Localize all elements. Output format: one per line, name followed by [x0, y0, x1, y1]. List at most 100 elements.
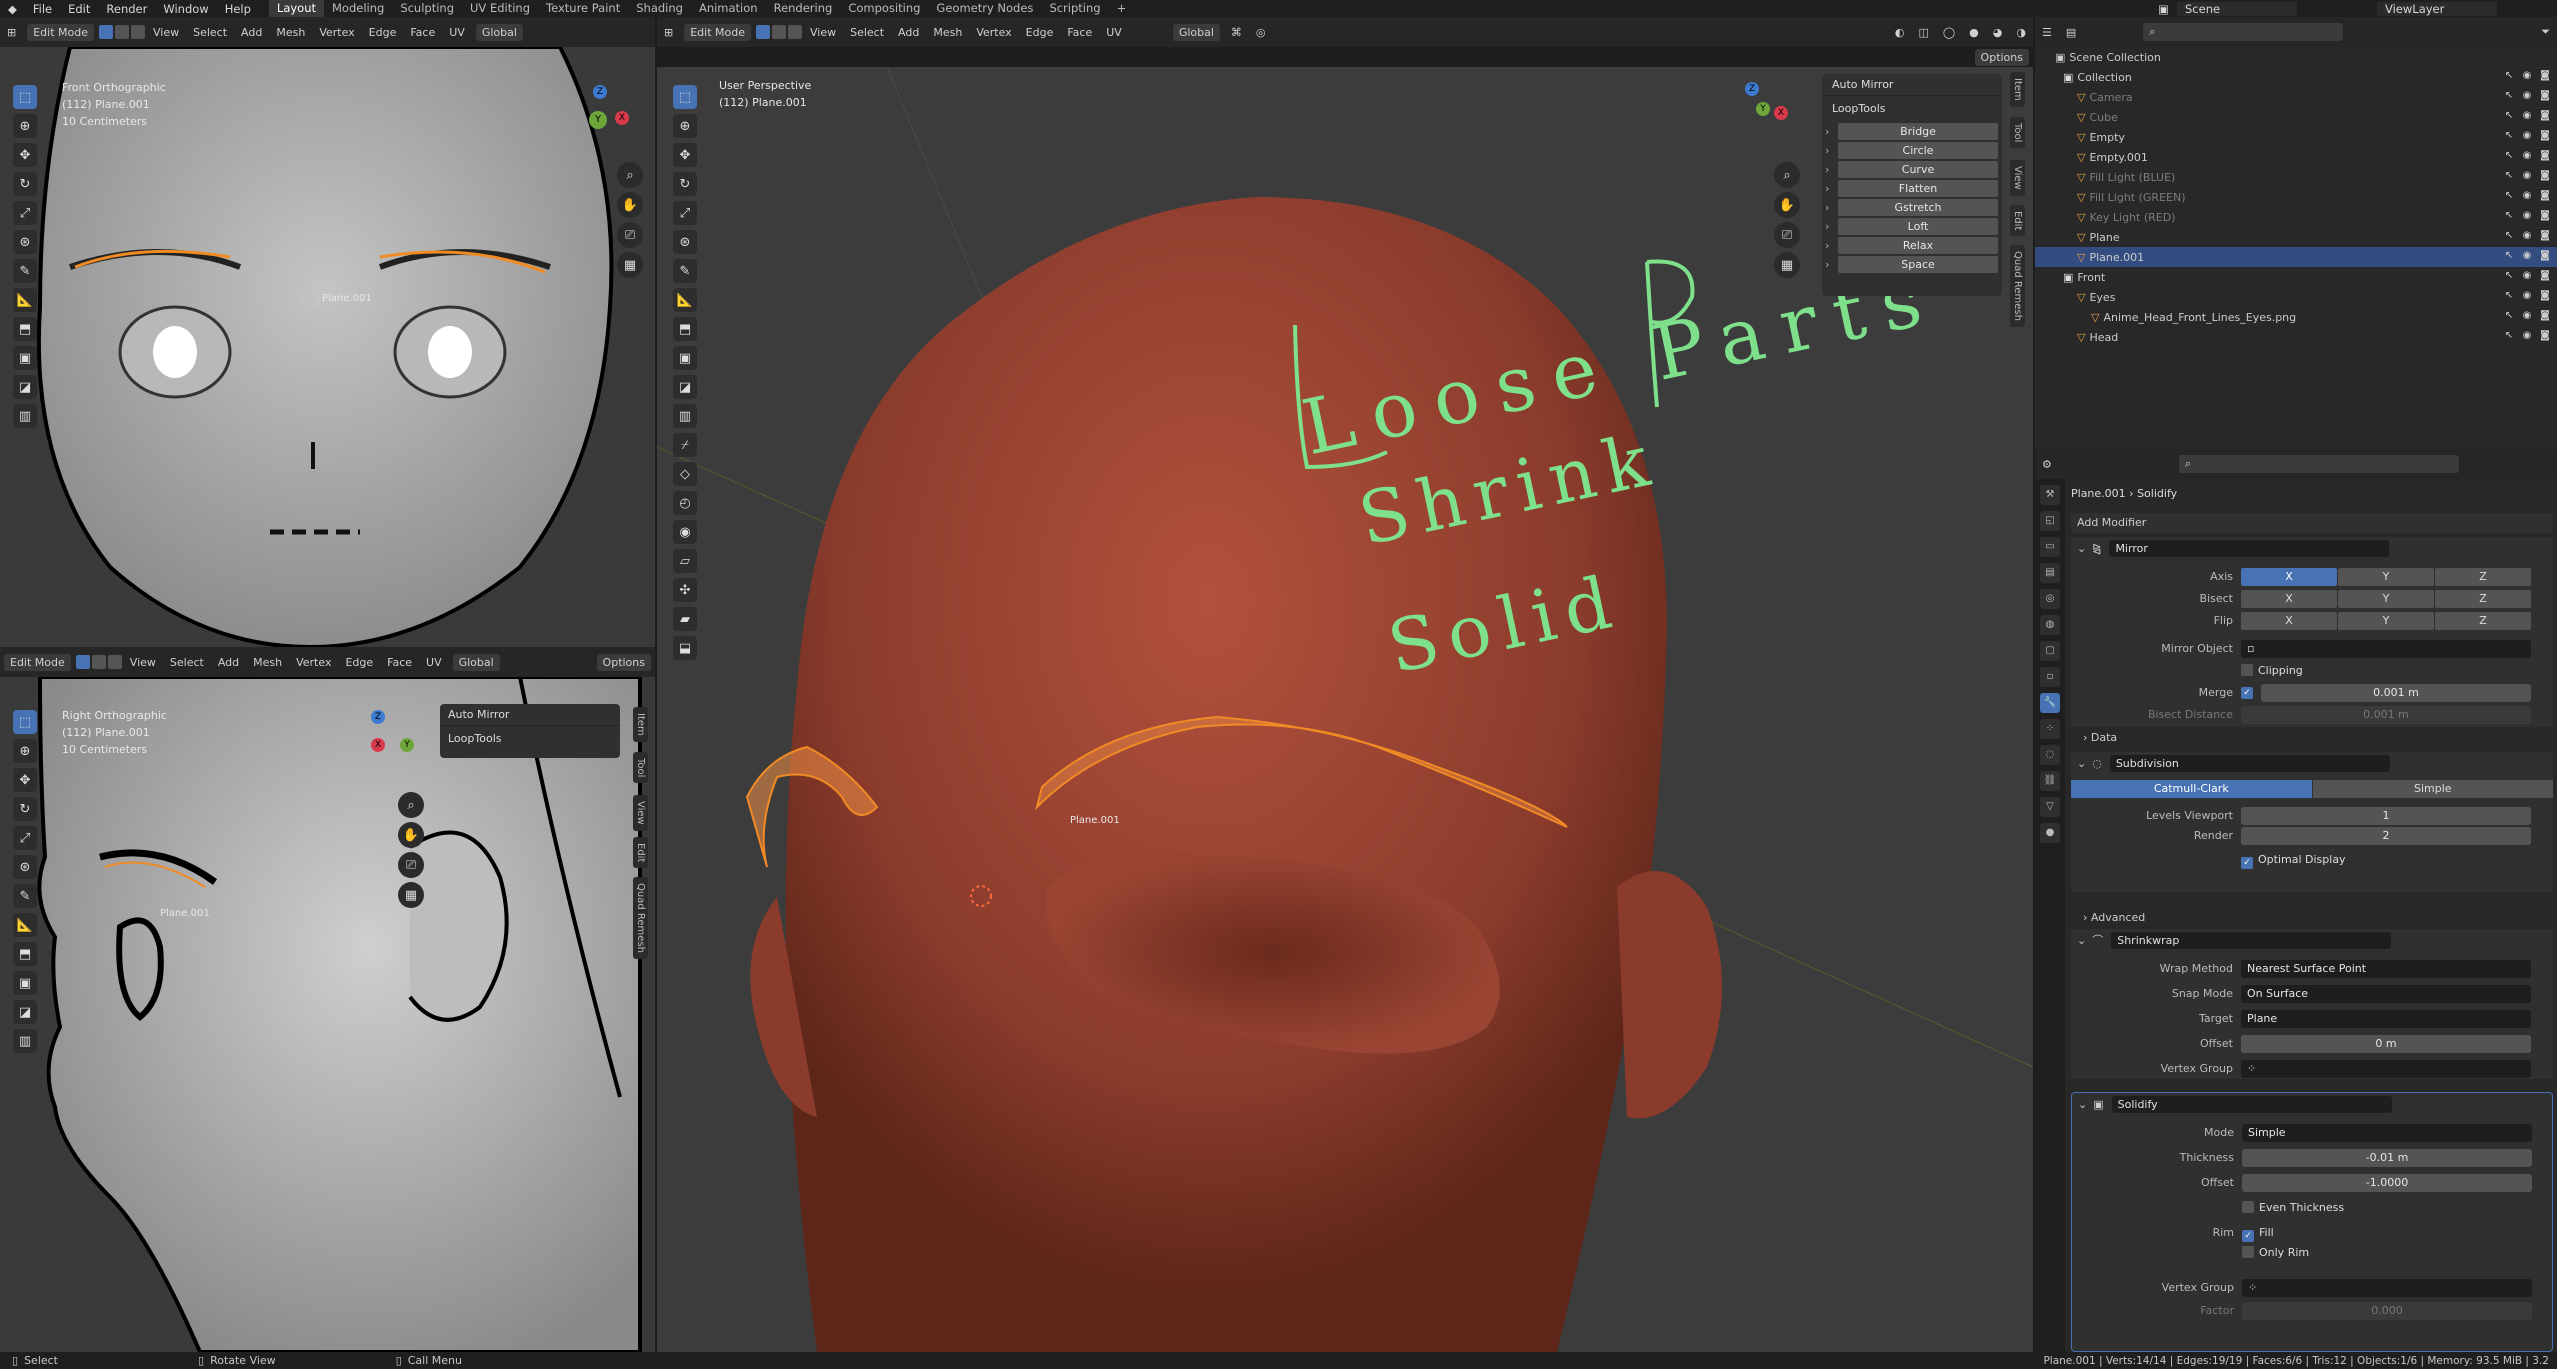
measure-icon[interactable]: 📐 — [673, 288, 697, 312]
workspace-tab-uv-editing[interactable]: UV Editing — [462, 0, 538, 17]
scale-icon[interactable]: ⤢ — [673, 201, 697, 225]
transform-icon[interactable]: ⊛ — [673, 230, 697, 254]
menu-edge[interactable]: Edge — [338, 656, 380, 669]
gizmo-y-axis[interactable]: Y — [400, 738, 414, 752]
workspace-tab-scripting[interactable]: Scripting — [1041, 0, 1108, 17]
ortho-grid-icon[interactable]: ▦ — [617, 252, 643, 278]
gizmo-y-axis[interactable]: Y — [589, 111, 607, 129]
extrude-icon[interactable]: ⬒ — [673, 317, 697, 341]
menu-add[interactable]: Add — [234, 26, 269, 39]
rotate-icon[interactable]: ↻ — [13, 172, 37, 196]
blender-logo-icon[interactable]: ◆ — [0, 2, 25, 16]
mirror-object-field[interactable]: ▫ — [2241, 640, 2531, 658]
tab-quad-remesh[interactable]: Quad Remesh — [2010, 245, 2025, 327]
workspace-tab-shading[interactable]: Shading — [628, 0, 691, 17]
camera-icon[interactable]: ◙ — [2539, 250, 2551, 262]
menu-mesh[interactable]: Mesh — [246, 656, 289, 669]
constraints-tab-icon[interactable]: ⛓ — [2040, 771, 2060, 791]
tab-edit[interactable]: Edit — [2010, 205, 2025, 237]
gizmo-x-axis[interactable]: X — [371, 738, 385, 752]
bevel-icon[interactable]: ◪ — [13, 375, 37, 399]
select-arrow-icon[interactable]: ↖ — [2503, 170, 2515, 182]
flip-y-toggle[interactable]: Y — [2338, 612, 2434, 630]
camera-icon[interactable]: ◙ — [2539, 290, 2551, 302]
move-icon[interactable]: ✥ — [13, 143, 37, 167]
outliner-row[interactable]: ▽ Fill Light (BLUE) ↖ ◉ ◙ — [2035, 167, 2557, 187]
shading-solid-icon[interactable]: ● — [1962, 26, 1986, 39]
cursor-icon[interactable]: ⊕ — [13, 739, 37, 763]
axis-z-toggle[interactable]: Z — [2435, 568, 2531, 586]
outliner-row[interactable]: ▽ Anime_Head_Front_Lines_Eyes.png ↖ ◉ ◙ — [2035, 307, 2557, 327]
select-box-icon[interactable]: ⬚ — [13, 710, 37, 734]
edge-select-icon[interactable] — [115, 25, 129, 39]
select-arrow-icon[interactable]: ↖ — [2503, 150, 2515, 162]
navigation-gizmo[interactable]: Y X Z — [563, 85, 635, 157]
eye-icon[interactable]: ◉ — [2521, 290, 2533, 302]
camera-icon[interactable]: ◙ — [2539, 330, 2551, 342]
camera-icon[interactable]: ◙ — [2539, 230, 2551, 242]
eye-icon[interactable]: ◉ — [2521, 110, 2533, 122]
tab-quad-remesh[interactable]: Quad Remesh — [633, 877, 648, 959]
select-arrow-icon[interactable]: ↖ — [2503, 130, 2515, 142]
smooth-icon[interactable]: ◉ — [673, 520, 697, 544]
select-arrow-icon[interactable]: ↖ — [2503, 190, 2515, 202]
camera-icon[interactable]: ◙ — [2539, 270, 2551, 282]
shear-icon[interactable]: ▰ — [673, 607, 697, 631]
camera-icon[interactable]: ◙ — [2539, 210, 2551, 222]
panel-auto-mirror[interactable]: Auto Mirror — [440, 704, 620, 725]
workspace-tab-sculpting[interactable]: Sculpting — [392, 0, 462, 17]
edge-select-icon[interactable] — [772, 25, 786, 39]
outliner-row[interactable]: ▽ Plane.001 ↖ ◉ ◙ — [2035, 247, 2557, 267]
eye-icon[interactable]: ◉ — [2521, 130, 2533, 142]
zoom-icon[interactable]: ⌕ — [398, 792, 424, 818]
gizmo-z-axis[interactable]: Z — [371, 710, 385, 724]
shading-material-icon[interactable]: ◕ — [1986, 26, 2010, 39]
ortho-grid-icon[interactable]: ▦ — [1774, 252, 1800, 278]
shading-rendered-icon[interactable]: ◑ — [2009, 26, 2033, 39]
even-thickness-checkbox[interactable]: Even Thickness — [2242, 1201, 2344, 1214]
select-arrow-icon[interactable]: ↖ — [2503, 70, 2515, 82]
thickness-field[interactable]: -0.01 m — [2242, 1149, 2532, 1167]
main-viewport[interactable]: Loose Parts Shrink Solid User Perspectiv… — [657, 67, 2033, 1352]
modifier-name[interactable]: Subdivision — [2109, 754, 2390, 772]
outliner-row[interactable]: ▽ Head ↖ ◉ ◙ — [2035, 327, 2557, 347]
modifier-name[interactable]: Shrinkwrap — [2111, 931, 2392, 949]
menu-vertex[interactable]: Vertex — [969, 26, 1018, 39]
tool-tab-icon[interactable]: ⚒ — [2040, 485, 2060, 505]
camera-icon[interactable]: ◙ — [2539, 310, 2551, 322]
flip-z-toggle[interactable]: Z — [2435, 612, 2531, 630]
panel-looptools[interactable]: LoopTools — [440, 725, 620, 751]
properties-search-input[interactable]: ⌕ — [2178, 455, 2459, 473]
spin-icon[interactable]: ◴ — [673, 491, 697, 515]
workspace-tab-geometry-nodes[interactable]: Geometry Nodes — [928, 0, 1041, 17]
menu-edge[interactable]: Edge — [1019, 26, 1061, 39]
pan-hand-icon[interactable]: ✋ — [398, 822, 424, 848]
collapse-icon[interactable]: ⌄ — [2077, 542, 2086, 555]
looptools-gstretch-button[interactable]: Gstretch — [1825, 199, 1998, 216]
eye-icon[interactable]: ◉ — [2521, 70, 2533, 82]
mode-dropdown[interactable]: Edit Mode — [4, 653, 71, 671]
advanced-subpanel[interactable]: › Advanced — [2083, 911, 2145, 924]
vertex-group-field[interactable]: ⁘ — [2242, 1279, 2532, 1297]
options-dropdown[interactable]: Options — [596, 653, 651, 671]
workspace-tab-modeling[interactable]: Modeling — [324, 0, 392, 17]
menu-view[interactable]: View — [123, 656, 163, 669]
eye-icon[interactable]: ◉ — [2521, 210, 2533, 222]
move-icon[interactable]: ✥ — [673, 143, 697, 167]
camera-icon[interactable]: ◙ — [2539, 130, 2551, 142]
select-arrow-icon[interactable]: ↖ — [2503, 110, 2515, 122]
camera-icon[interactable]: ◙ — [2539, 90, 2551, 102]
tab-tool[interactable]: Tool — [633, 752, 648, 784]
mode-dropdown[interactable]: Edit Mode — [684, 23, 751, 41]
axis-x-toggle[interactable]: X — [2241, 568, 2337, 586]
select-arrow-icon[interactable]: ↖ — [2503, 290, 2515, 302]
gizmo-z-axis[interactable]: Z — [1745, 82, 1759, 96]
modifier-tab-icon[interactable]: 🔧 — [2040, 693, 2060, 713]
menu-edit[interactable]: Edit — [60, 2, 98, 16]
measure-icon[interactable]: 📐 — [13, 913, 37, 937]
menu-face[interactable]: Face — [380, 656, 419, 669]
outliner-row[interactable]: ▽ Fill Light (GREEN) ↖ ◉ ◙ — [2035, 187, 2557, 207]
looptools-flatten-button[interactable]: Flatten — [1825, 180, 1998, 197]
tab-view[interactable]: View — [2010, 160, 2025, 196]
options-dropdown[interactable]: Options — [1974, 48, 2029, 66]
